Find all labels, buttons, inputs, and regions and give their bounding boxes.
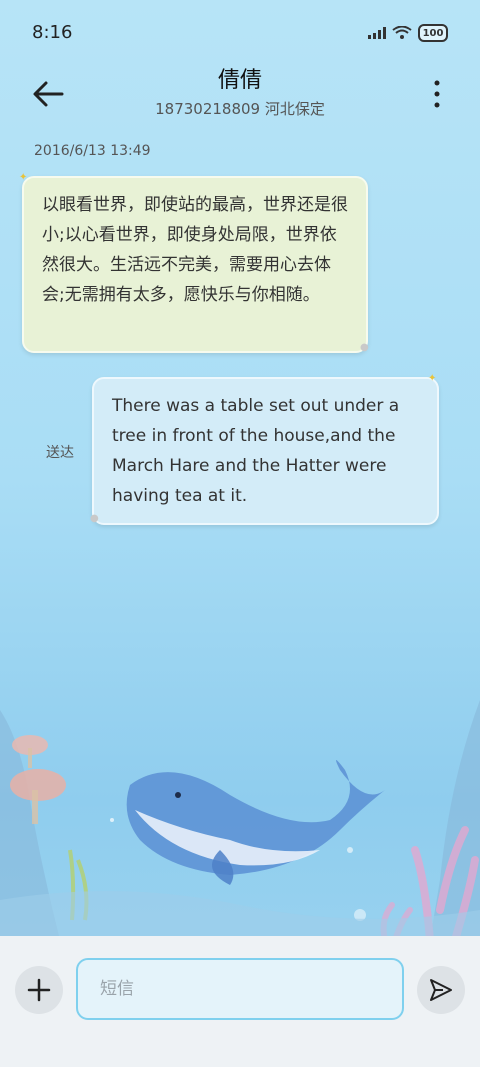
shell-decoration-icon: ● [90,513,99,524]
outgoing-message-text: There was a table set out under a tree i… [112,396,400,506]
send-button[interactable] [417,966,465,1014]
underwater-background-illustration [0,700,480,940]
send-icon [430,979,452,1001]
status-bar: 8:16 100 [0,0,480,64]
message-input[interactable] [76,958,404,1020]
status-icons: 100 [368,24,448,42]
incoming-message-text: 以眼看世界，即使站的最高，世界还是很小;以心看世界，即使身处局限，世界依然很大。… [42,195,348,305]
plus-icon [27,978,51,1002]
message-status: 送达 [46,445,74,461]
wifi-icon [392,26,412,39]
star-decoration-icon: ✦ [428,373,437,384]
shell-decoration-icon: ● [360,342,369,353]
conversation-header: 倩倩 18730218809 河北保定 [0,64,480,134]
more-options-icon[interactable] [430,78,444,110]
star-decoration-icon: ✦ [19,172,28,183]
incoming-message-bubble[interactable]: 以眼看世界，即使站的最高，世界还是很小;以心看世界，即使身处局限，世界依然很大。… [22,176,368,353]
signal-icon [368,27,386,39]
battery-icon: 100 [418,24,448,42]
contact-name: 倩倩 [217,68,262,93]
add-attachment-button[interactable] [15,966,63,1014]
status-time: 8:16 [32,22,73,43]
outgoing-message-bubble[interactable]: There was a table set out under a tree i… [92,377,439,525]
contact-title: 倩倩 18730218809 河北保定 [0,66,480,119]
message-date: 2016/6/13 13:49 [34,143,151,159]
contact-number-location: 18730218809 河北保定 [155,100,325,118]
